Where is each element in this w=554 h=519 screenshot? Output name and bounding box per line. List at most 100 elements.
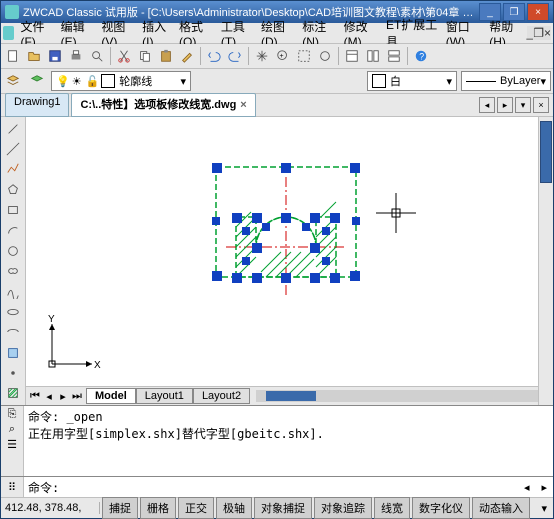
layout2-tab[interactable]: Layout2	[193, 388, 250, 404]
cmd-handle-icon[interactable]: ⠿	[1, 477, 24, 497]
osnap-toggle[interactable]: 对象捕捉	[254, 497, 312, 519]
drawing-object[interactable]	[206, 157, 406, 317]
statusbar: 412.48, 378.48, 捕捉 栅格 正交 极轴 对象捕捉 对象追踪 线宽…	[1, 497, 553, 518]
new-icon[interactable]	[3, 46, 23, 66]
svg-text:Y: Y	[48, 314, 55, 325]
digitizer-toggle[interactable]: 数字化仪	[412, 497, 470, 519]
main-area: XY ⏮◂ ▸⏭ Model Layout1 Layout2	[1, 117, 553, 405]
match-icon[interactable]	[177, 46, 197, 66]
cmd-icon[interactable]: ⎘	[8, 408, 17, 421]
crosshair-cursor	[376, 193, 416, 233]
svg-text:X: X	[94, 360, 101, 371]
rect-icon[interactable]	[3, 200, 23, 219]
snap-toggle[interactable]: 捕捉	[102, 497, 138, 519]
prev-icon[interactable]: ◂	[42, 390, 56, 403]
spline-icon[interactable]	[3, 282, 23, 301]
cut-icon[interactable]	[114, 46, 134, 66]
grid-toggle[interactable]: 栅格	[140, 497, 176, 519]
cmd-icon[interactable]: ⌕	[9, 423, 15, 436]
layer-mgr-icon[interactable]	[3, 71, 23, 91]
status-tray-icon[interactable]: ▾	[535, 502, 553, 515]
cmd-scroll-left-icon[interactable]: ◂	[518, 481, 536, 494]
layer-dropdown[interactable]: 💡 ☀ 🔓 轮廓线 ▾	[51, 71, 191, 91]
tab-list-icon[interactable]: ▾	[515, 97, 531, 113]
tab-next-icon[interactable]: ▸	[497, 97, 513, 113]
document-tabs: Drawing1 C:\..特性】选项板修改线宽.dwg× ◂ ▸ ▾ ×	[1, 94, 553, 117]
circle-icon[interactable]	[3, 241, 23, 260]
polygon-icon[interactable]	[3, 180, 23, 199]
app-window: ZWCAD Classic 试用版 - [C:\Users\Administra…	[0, 0, 554, 519]
ortho-toggle[interactable]: 正交	[178, 497, 214, 519]
command-history: ⎘ ⌕ ☰ 命令: _open 正在用字型[simplex.shx]替代字型[g…	[1, 405, 553, 476]
layer-state-icon[interactable]	[27, 71, 47, 91]
cmd-sidebar: ⎘ ⌕ ☰	[1, 406, 24, 476]
zoom-rt-icon[interactable]: +	[273, 46, 293, 66]
polar-toggle[interactable]: 极轴	[216, 497, 252, 519]
dc-icon[interactable]	[363, 46, 383, 66]
tab-close-icon[interactable]: ×	[533, 97, 549, 113]
layout1-tab[interactable]: Layout1	[136, 388, 193, 404]
cmd-scroll-right-icon[interactable]: ▸	[535, 481, 553, 494]
arc-icon[interactable]	[3, 221, 23, 240]
horizontal-scrollbar[interactable]	[256, 390, 538, 402]
doc-minimize-button[interactable]: _	[527, 26, 534, 40]
close-button[interactable]: ×	[527, 3, 549, 21]
doc-close-button[interactable]: ×	[544, 26, 551, 40]
hatch-icon[interactable]	[3, 384, 23, 403]
redo-icon[interactable]	[225, 46, 245, 66]
drawing-canvas[interactable]: XY	[26, 117, 538, 386]
block-icon[interactable]	[3, 343, 23, 362]
doc-nav: ◂ ▸ ▾ ×	[479, 97, 549, 113]
xline-icon[interactable]	[3, 139, 23, 158]
linetype-dropdown[interactable]: ByLayer ▾	[461, 71, 551, 91]
doc-restore-button[interactable]: ❐	[533, 26, 544, 40]
properties-icon[interactable]	[342, 46, 362, 66]
chevron-down-icon: ▾	[446, 75, 452, 88]
dyn-toggle[interactable]: 动态输入	[472, 497, 530, 519]
ellipsearc-icon[interactable]	[3, 323, 23, 342]
save-icon[interactable]	[45, 46, 65, 66]
last-icon[interactable]: ⏭	[70, 390, 84, 403]
open-icon[interactable]	[24, 46, 44, 66]
command-history-text[interactable]: 命令: _open 正在用字型[simplex.shx]替代字型[gbeitc.…	[24, 406, 553, 476]
doc-tab-1[interactable]: Drawing1	[5, 93, 69, 117]
preview-icon[interactable]	[87, 46, 107, 66]
copy-icon[interactable]	[135, 46, 155, 66]
color-dropdown[interactable]: 白 ▾	[367, 71, 457, 91]
revcloud-icon[interactable]	[3, 262, 23, 281]
canvas-wrap: XY ⏮◂ ▸⏭ Model Layout1 Layout2	[26, 117, 538, 405]
pline-icon[interactable]	[3, 160, 23, 179]
standard-toolbar: + ?	[1, 44, 553, 69]
undo-icon[interactable]	[204, 46, 224, 66]
paste-icon[interactable]	[156, 46, 176, 66]
chevron-down-icon: ▾	[180, 75, 186, 88]
layer-toolbar: 💡 ☀ 🔓 轮廓线 ▾ 白 ▾ ByLayer ▾	[1, 69, 553, 94]
lock-icon: 🔓	[86, 75, 100, 88]
tp-icon[interactable]	[384, 46, 404, 66]
coords-display[interactable]: 412.48, 378.48,	[1, 502, 100, 514]
bulb-icon: 💡	[56, 75, 70, 88]
first-icon[interactable]: ⏮	[28, 390, 42, 403]
close-tab-icon[interactable]: ×	[240, 99, 246, 111]
pan-icon[interactable]	[252, 46, 272, 66]
ellipse-icon[interactable]	[3, 302, 23, 321]
zoom-win-icon[interactable]	[294, 46, 314, 66]
layer-name: 轮廓线	[119, 73, 152, 89]
tab-prev-icon[interactable]: ◂	[479, 97, 495, 113]
help-icon[interactable]: ?	[411, 46, 431, 66]
next-icon[interactable]: ▸	[56, 390, 70, 403]
line-icon[interactable]	[3, 119, 23, 138]
otrack-toggle[interactable]: 对象追踪	[314, 497, 372, 519]
sun-icon: ☀	[72, 75, 82, 88]
lwt-toggle[interactable]: 线宽	[374, 497, 410, 519]
doc-tab-2[interactable]: C:\..特性】选项板修改线宽.dwg×	[71, 93, 255, 117]
model-tab[interactable]: Model	[86, 388, 136, 404]
cmd-icon[interactable]: ☰	[7, 438, 17, 451]
linetype-label: ByLayer	[500, 75, 540, 87]
command-input[interactable]	[63, 479, 518, 495]
zoom-prev-icon[interactable]	[315, 46, 335, 66]
point-icon[interactable]	[3, 363, 23, 382]
print-icon[interactable]	[66, 46, 86, 66]
vertical-scrollbar[interactable]	[538, 117, 553, 405]
ucs-icon: XY	[42, 314, 102, 374]
